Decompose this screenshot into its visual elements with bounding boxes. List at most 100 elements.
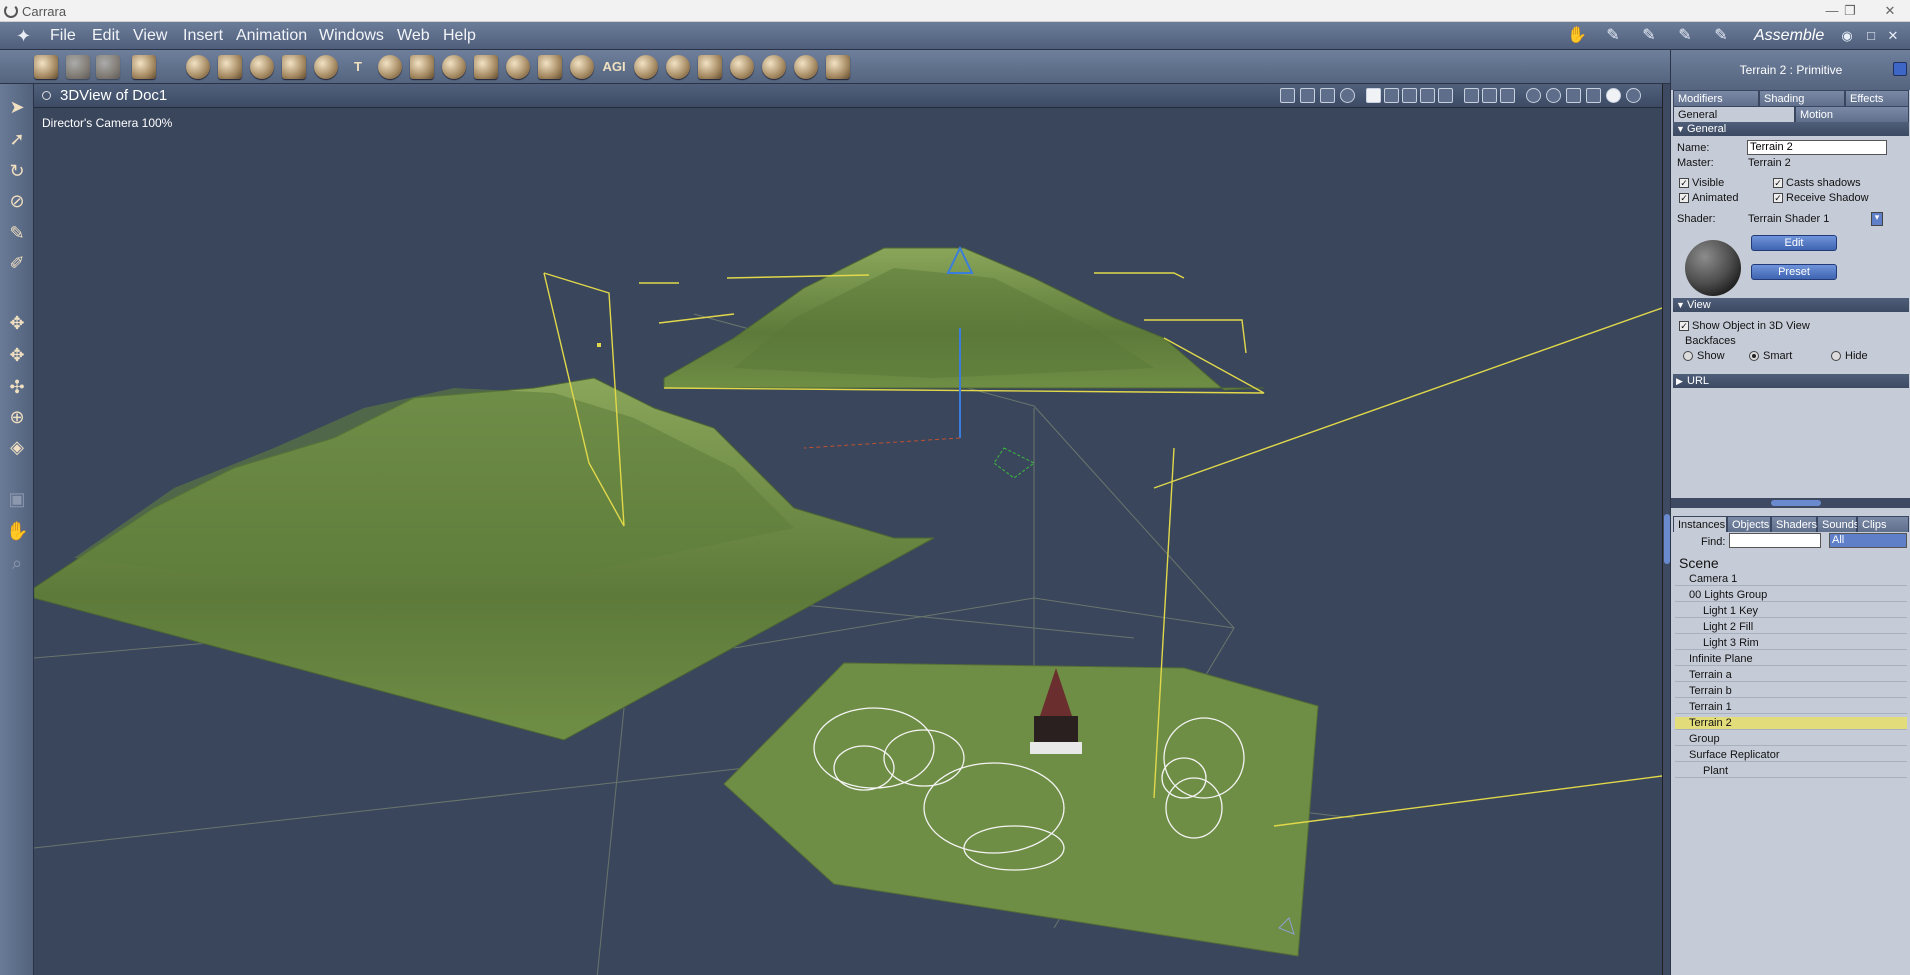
close-icon[interactable]: ✕ (1876, 2, 1904, 20)
tab-instances[interactable]: Instances (1673, 516, 1727, 532)
align-icon[interactable] (1300, 88, 1315, 103)
bind-tool-icon[interactable] (132, 55, 156, 79)
tab-effects[interactable]: Effects (1845, 90, 1909, 106)
figure-icon[interactable] (282, 55, 306, 79)
snap-icon[interactable] (1280, 88, 1295, 103)
menu-edit[interactable]: Edit (92, 26, 120, 46)
shield-3-icon[interactable] (1500, 88, 1515, 103)
tree-item-terrain-1[interactable]: Terrain 1 (1675, 701, 1907, 714)
bowl-icon[interactable] (634, 55, 658, 79)
receive-shadow-checkbox[interactable]: ✓ (1773, 193, 1783, 203)
name-field[interactable]: Terrain 2 (1747, 140, 1887, 155)
hierarchy-icon[interactable] (1320, 88, 1335, 103)
casts-shadows-checkbox[interactable]: ✓ (1773, 178, 1783, 188)
zoom-icon[interactable]: ⌕ (6, 552, 28, 574)
fur-icon[interactable] (570, 55, 594, 79)
tree-item-terrain-a[interactable]: Terrain a (1675, 669, 1907, 682)
tree-item-surface-replicator[interactable]: Surface Replicator (1675, 749, 1907, 762)
tree-item-plant[interactable]: Plant (1675, 765, 1907, 778)
tree-item-terrain-b[interactable]: Terrain b (1675, 685, 1907, 698)
tab-sounds[interactable]: Sounds (1817, 516, 1859, 532)
link-tool-icon[interactable] (96, 55, 120, 79)
room-model-icon[interactable]: ✎ (1600, 25, 1626, 47)
backfaces-smart-radio[interactable] (1749, 351, 1759, 361)
tree-item-light-1[interactable]: Light 1 Key (1675, 605, 1907, 618)
camera-icon[interactable]: ▣ (6, 488, 28, 510)
light-icon[interactable] (698, 55, 722, 79)
gear-icon[interactable] (1340, 88, 1355, 103)
tab-objects[interactable]: Objects (1727, 516, 1771, 532)
paint-icon[interactable]: ✐ (6, 252, 28, 274)
menu-view[interactable]: View (133, 26, 167, 46)
layout-custom-icon[interactable] (1438, 88, 1453, 103)
room-texture-icon[interactable]: ✎ (1672, 25, 1698, 47)
room-render-icon[interactable]: ✎ (1708, 25, 1734, 47)
metaball-icon[interactable] (378, 55, 402, 79)
tree-item-group[interactable]: Group (1675, 733, 1907, 746)
target-icon[interactable] (794, 55, 818, 79)
backfaces-hide-radio[interactable] (1831, 351, 1841, 361)
restore-icon[interactable]: ❐ (1836, 2, 1864, 20)
section-general[interactable]: ▼ General (1673, 122, 1909, 136)
shaded-sphere-icon[interactable] (1606, 88, 1621, 103)
vase-icon[interactable] (666, 55, 690, 79)
bone-icon[interactable] (826, 55, 850, 79)
close-doc-icon[interactable]: ✕ (1880, 25, 1906, 47)
menu-web[interactable]: Web (397, 26, 430, 46)
scale-icon[interactable]: ⊘ (6, 190, 28, 212)
tab-general[interactable]: General (1673, 106, 1795, 122)
viewport-3d[interactable]: Director's Camera 100% (34, 108, 1662, 975)
edit-button[interactable]: Edit (1751, 235, 1837, 251)
eye-icon[interactable]: ◉ (1834, 25, 1860, 47)
room-storyboard-icon[interactable]: ✎ (1636, 25, 1662, 47)
move-arrow-icon[interactable]: ➚ (6, 128, 28, 150)
menu-file[interactable]: File (50, 26, 76, 46)
vertical-splitter[interactable] (1662, 84, 1670, 975)
solid-cube-icon[interactable] (1586, 88, 1601, 103)
filter-select[interactable]: All (1829, 533, 1907, 548)
shield-2-icon[interactable] (1482, 88, 1497, 103)
menu-help[interactable]: Help (443, 26, 476, 46)
backfaces-show-radio[interactable] (1683, 351, 1693, 361)
shader-dropdown-icon[interactable]: ▾ (1871, 212, 1883, 226)
layout-quad-icon[interactable] (1420, 88, 1435, 103)
text-tool-icon[interactable]: T (346, 55, 370, 79)
tab-motion[interactable]: Motion (1795, 106, 1909, 122)
room-assemble-icon[interactable]: ✋ (1564, 25, 1590, 47)
molecule-icon[interactable] (762, 55, 786, 79)
splitter-knob[interactable] (1771, 500, 1821, 506)
torus-icon[interactable] (314, 55, 338, 79)
cloud-icon[interactable] (474, 55, 498, 79)
visible-checkbox[interactable]: ✓ (1679, 178, 1689, 188)
tree-item-lights-group[interactable]: 00 Lights Group (1675, 589, 1907, 602)
preset-button[interactable]: Preset (1751, 264, 1837, 280)
cube-view-icon[interactable]: ◈ (6, 436, 28, 458)
menu-windows[interactable]: Windows (319, 26, 384, 46)
tree-item-camera-1[interactable]: Camera 1 (1675, 573, 1907, 586)
tree-item-infinite-plane[interactable]: Infinite Plane (1675, 653, 1907, 666)
pan-camera-icon[interactable]: ✥ (6, 344, 28, 366)
cone-primitive-icon[interactable] (218, 55, 242, 79)
menu-insert[interactable]: Insert (183, 26, 223, 46)
pen-icon[interactable]: ✎ (6, 222, 28, 244)
tab-shaders[interactable]: Shaders (1771, 516, 1817, 532)
move-camera-icon[interactable]: ✥ (6, 312, 28, 334)
tab-modifiers[interactable]: Modifiers (1673, 90, 1759, 106)
arrow-up-icon[interactable] (1526, 88, 1541, 103)
sphere-primitive-icon[interactable] (186, 55, 210, 79)
terrain-icon[interactable] (410, 55, 434, 79)
view-menu-icon[interactable] (42, 91, 51, 100)
tree-item-light-3[interactable]: Light 3 Rim (1675, 637, 1907, 650)
show-object-checkbox[interactable]: ✓ (1679, 321, 1689, 331)
horizontal-splitter[interactable] (1671, 498, 1910, 508)
replicator-icon[interactable] (538, 55, 562, 79)
dolly-camera-icon[interactable]: ✣ (6, 376, 28, 398)
layout-split-h-icon[interactable] (1384, 88, 1399, 103)
pin-icon[interactable] (1893, 62, 1907, 76)
brush-tool-icon[interactable] (34, 55, 58, 79)
hand-tool-icon[interactable] (66, 55, 90, 79)
agi-icon[interactable]: AGI (602, 55, 626, 79)
tab-shading[interactable]: Shading (1759, 90, 1845, 106)
fire-icon[interactable] (506, 55, 530, 79)
animated-checkbox[interactable]: ✓ (1679, 193, 1689, 203)
